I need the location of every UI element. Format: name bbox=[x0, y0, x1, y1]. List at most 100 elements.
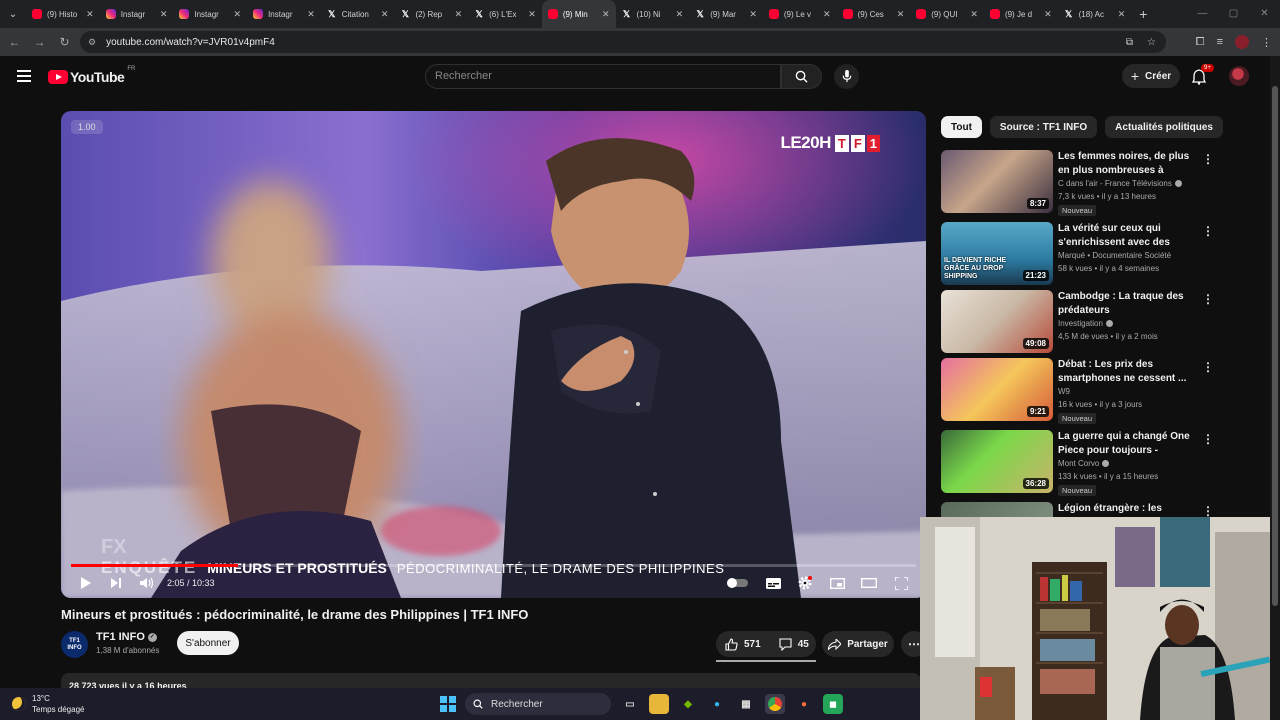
next-button[interactable] bbox=[108, 574, 124, 592]
recommended-channel[interactable]: Mont Corvo bbox=[1058, 459, 1110, 468]
seek-bar[interactable] bbox=[71, 564, 916, 567]
firefox-icon[interactable]: ● bbox=[794, 694, 814, 714]
browser-menu-icon[interactable]: ⋮ bbox=[1261, 36, 1272, 49]
recommended-title[interactable]: La vérité sur ceux qui s'enrichissent av… bbox=[1058, 222, 1198, 249]
tab-close-icon[interactable]: ✕ bbox=[234, 9, 242, 20]
tab-search-icon[interactable]: ⌄ bbox=[0, 0, 26, 28]
like-button[interactable]: 571 bbox=[716, 631, 770, 657]
browser-tab[interactable]: 𝕏 (9) Mar ✕ bbox=[689, 0, 763, 28]
file-explorer-icon[interactable] bbox=[649, 694, 669, 714]
tab-close-icon[interactable]: ✕ bbox=[528, 9, 536, 20]
chips-next-icon[interactable]: › bbox=[1186, 121, 1190, 133]
tab-close-icon[interactable]: ✕ bbox=[1118, 9, 1126, 20]
close-window-icon[interactable]: ✕ bbox=[1249, 0, 1280, 28]
share-button[interactable]: Partager bbox=[822, 631, 894, 657]
recommended-channel[interactable]: Marqué • Documentaire Société bbox=[1058, 251, 1171, 260]
account-avatar[interactable] bbox=[1229, 66, 1249, 86]
maximize-icon[interactable]: ▢ bbox=[1218, 0, 1249, 28]
recommended-video[interactable]: 8:37 Les femmes noires, de plus en plus n… bbox=[941, 150, 1214, 216]
back-icon[interactable]: ← bbox=[2, 35, 27, 49]
video-thumbnail[interactable]: 9:21 bbox=[941, 358, 1053, 421]
search-input[interactable]: Rechercher bbox=[425, 64, 781, 89]
scrollbar-thumb[interactable] bbox=[1272, 86, 1278, 606]
discord-icon[interactable]: ◼ bbox=[823, 694, 843, 714]
windows-start-icon[interactable] bbox=[440, 696, 456, 712]
recommended-video[interactable]: IL DEVIENT RICHE GRÂCE AU DROP SHIPPING 2… bbox=[941, 222, 1214, 288]
browser-tab[interactable]: (9) Ces ✕ bbox=[837, 0, 911, 28]
browser-tab[interactable]: (9) Min ✕ bbox=[541, 0, 616, 28]
filter-chip[interactable]: Source : TF1 INFO bbox=[989, 116, 1098, 138]
recommended-channel[interactable]: C dans l'air - France Télévisions bbox=[1058, 179, 1182, 188]
browser-tab[interactable]: (9) Histo ✕ bbox=[26, 0, 100, 28]
recommended-video[interactable]: 49:08 Cambodge : La traque des prédateurs… bbox=[941, 290, 1214, 356]
recommended-title[interactable]: Cambodge : La traque des prédateurs bbox=[1058, 290, 1198, 317]
install-app-icon[interactable]: ⧉ bbox=[1126, 37, 1133, 48]
more-options-icon[interactable]: ⋮ bbox=[1202, 224, 1214, 238]
tab-close-icon[interactable]: ✕ bbox=[381, 9, 389, 20]
play-button[interactable] bbox=[77, 574, 93, 592]
comments-button[interactable]: 45 bbox=[770, 631, 818, 657]
profile-icon[interactable] bbox=[1235, 35, 1249, 49]
more-options-icon[interactable]: ⋮ bbox=[1202, 432, 1214, 446]
browser-tab[interactable]: (9) Le v ✕ bbox=[763, 0, 837, 28]
new-tab-button[interactable]: + bbox=[1131, 6, 1155, 22]
filter-chip[interactable]: Actualités politiques bbox=[1105, 116, 1223, 138]
video-thumbnail[interactable]: 49:08 bbox=[941, 290, 1053, 353]
autoplay-toggle[interactable] bbox=[727, 578, 748, 588]
more-options-icon[interactable]: ⋮ bbox=[1202, 504, 1214, 518]
recommended-video[interactable]: 36:28 La guerre qui a changé One Piece po… bbox=[941, 430, 1214, 496]
edge-icon[interactable]: ● bbox=[707, 694, 727, 714]
store-icon[interactable]: ▦ bbox=[736, 694, 756, 714]
reading-list-icon[interactable]: ≡ bbox=[1217, 36, 1223, 48]
voice-search-button[interactable] bbox=[834, 64, 859, 89]
forward-icon[interactable]: → bbox=[27, 35, 52, 49]
tab-close-icon[interactable]: ✕ bbox=[676, 9, 684, 20]
settings-button[interactable] bbox=[797, 574, 813, 592]
recommended-video[interactable]: 9:21 Débat : Les prix des smartphones ne … bbox=[941, 358, 1214, 424]
site-info-icon[interactable]: ⚙ bbox=[88, 37, 96, 48]
recommended-title[interactable]: La guerre qui a changé One Piece pour to… bbox=[1058, 430, 1198, 457]
browser-tab[interactable]: Instagr ✕ bbox=[100, 0, 174, 28]
tab-close-icon[interactable]: ✕ bbox=[602, 9, 610, 20]
recommended-channel[interactable]: Investigation bbox=[1058, 319, 1113, 328]
notifications-button[interactable]: 9+ bbox=[1191, 64, 1214, 87]
nvidia-icon[interactable]: ◆ bbox=[678, 694, 698, 714]
weather-widget[interactable]: 13°C Temps dégagé bbox=[12, 693, 84, 715]
youtube-logo[interactable]: YouTube FR bbox=[48, 66, 135, 85]
channel-avatar[interactable]: TF1 INFO bbox=[61, 631, 88, 658]
browser-tab[interactable]: 𝕏 Citation ✕ bbox=[321, 0, 395, 28]
taskbar-search[interactable]: Rechercher bbox=[465, 693, 611, 715]
tab-close-icon[interactable]: ✕ bbox=[749, 9, 757, 20]
video-thumbnail[interactable]: 8:37 bbox=[941, 150, 1053, 213]
browser-tab[interactable]: (9) Je d ✕ bbox=[984, 0, 1058, 28]
volume-button[interactable] bbox=[139, 574, 155, 592]
bookmark-star-icon[interactable]: ☆ bbox=[1147, 37, 1156, 48]
browser-tab[interactable]: Instagr ✕ bbox=[173, 0, 247, 28]
fullscreen-button[interactable] bbox=[893, 574, 909, 592]
channel-name[interactable]: TF1 INFO ✓ bbox=[96, 631, 157, 643]
recommended-title[interactable]: Les femmes noires, de plus en plus nombr… bbox=[1058, 150, 1198, 177]
browser-tab[interactable]: 𝕏 (10) Ni ✕ bbox=[616, 0, 690, 28]
video-thumbnail[interactable]: 36:28 bbox=[941, 430, 1053, 493]
recommended-title[interactable]: Débat : Les prix des smartphones ne cess… bbox=[1058, 358, 1198, 385]
video-player[interactable]: 1.00 LE20H TF1 FX ENQUÊTE MINEURS ET PRO… bbox=[61, 111, 926, 598]
miniplayer-button[interactable] bbox=[829, 574, 845, 592]
search-button[interactable] bbox=[781, 64, 822, 89]
tab-close-icon[interactable]: ✕ bbox=[307, 9, 315, 20]
minimize-icon[interactable]: — bbox=[1187, 0, 1218, 28]
more-options-icon[interactable]: ⋮ bbox=[1202, 152, 1214, 166]
chrome-icon[interactable] bbox=[765, 694, 785, 714]
tab-close-icon[interactable]: ✕ bbox=[455, 9, 463, 20]
browser-tab[interactable]: 𝕏 (2) Rep ✕ bbox=[394, 0, 468, 28]
reload-icon[interactable]: ↻ bbox=[52, 35, 77, 49]
tab-close-icon[interactable]: ✕ bbox=[160, 9, 168, 20]
tab-close-icon[interactable]: ✕ bbox=[86, 9, 94, 20]
recommended-channel[interactable]: W9 bbox=[1058, 387, 1070, 396]
browser-tab[interactable]: Instagr ✕ bbox=[247, 0, 321, 28]
more-options-icon[interactable]: ⋮ bbox=[1202, 360, 1214, 374]
extensions-icon[interactable]: ⧠ bbox=[1196, 36, 1205, 49]
tab-close-icon[interactable]: ✕ bbox=[823, 9, 831, 20]
theater-mode-button[interactable] bbox=[861, 574, 877, 592]
browser-tab[interactable]: (9) QUI ✕ bbox=[910, 0, 984, 28]
tab-close-icon[interactable]: ✕ bbox=[897, 9, 905, 20]
